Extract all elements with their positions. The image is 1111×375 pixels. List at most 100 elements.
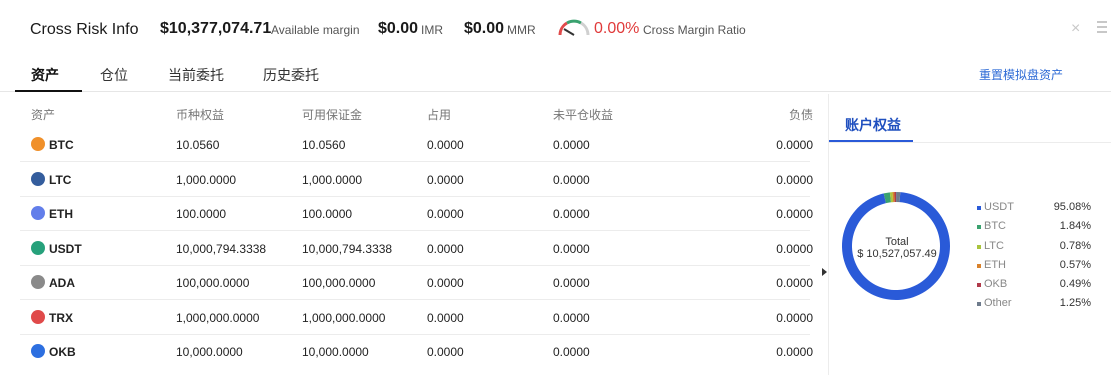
col-unrealized-pnl: 未平仓收益: [553, 108, 614, 122]
cell-unrealized: 0.0000: [553, 276, 590, 290]
table-row: BTC 10.0560 10.0560 0.0000 0.0000 0.0000: [15, 127, 825, 162]
table-row: ADA 100,000.0000 100,000.0000 0.0000 0.0000 0…: [15, 265, 825, 300]
cell-equity: 10.0560: [176, 138, 220, 152]
asset-symbol: OKB: [49, 345, 76, 359]
cell-occupied: 0.0000: [427, 310, 464, 325]
risk-info-header: Cross Risk Info $10,377,074.71 Available…: [0, 0, 1111, 58]
imr-label: IMR: [421, 23, 443, 37]
asset-symbol: BTC: [49, 138, 74, 152]
panel-divider: [828, 94, 829, 375]
table-row: TRX 1,000,000.0000 1,000,000.0000 0.0000 0.0…: [15, 300, 825, 335]
okb-icon: [31, 344, 45, 358]
cell-occupied: 0.0000: [427, 345, 464, 359]
cell-equity: 100,000.0000: [176, 276, 250, 290]
legend-swatch: [977, 244, 981, 249]
legend-label: Other: [984, 297, 1012, 310]
ada-icon: [31, 275, 45, 289]
expand-arrow-icon[interactable]: [822, 268, 827, 276]
asset-symbol: LTC: [49, 172, 72, 187]
legend-label: ETH: [984, 258, 1006, 271]
asset-symbol: TRX: [49, 310, 73, 325]
cell-available: 100,000.0000: [302, 276, 376, 290]
cell-equity: 10,000.0000: [176, 345, 243, 359]
close-icon[interactable]: ×: [1071, 20, 1080, 38]
cell-liability: 0.0000: [776, 138, 813, 152]
col-equity: 币种权益: [176, 108, 225, 122]
cell-occupied: 0.0000: [427, 207, 464, 221]
legend-percent: 0.78%: [1059, 239, 1091, 252]
cell-equity: 1,000,000.0000: [176, 310, 260, 325]
asset-symbol: ADA: [49, 276, 75, 290]
cell-unrealized: 0.0000: [553, 207, 590, 221]
legend-item-eth: ETH 0.57%: [975, 259, 1091, 278]
cross-margin-ratio-value: 0.00%: [594, 20, 640, 37]
cell-occupied: 0.0000: [427, 172, 464, 187]
trx-icon: [31, 309, 45, 324]
chart-legend: USDT 95.08% BTC 1.84% LTC 0.78% ETH 0.57% OKB 0.4…: [975, 201, 1091, 317]
cell-available: 1,000,000.0000: [302, 310, 386, 325]
available-margin-label: Available margin: [271, 23, 360, 37]
cell-occupied: 0.0000: [427, 276, 464, 290]
legend-percent: 1.25%: [1059, 297, 1091, 310]
cell-available: 10.0560: [302, 138, 346, 152]
total-label: Total: [885, 236, 909, 248]
col-liability: 负债: [789, 108, 814, 122]
legend-swatch: [977, 225, 981, 230]
cell-available: 10,000,794.3338: [302, 241, 393, 256]
col-occupied: 占用: [427, 108, 452, 122]
legend-item-other: Other 1.25%: [975, 297, 1091, 316]
cell-liability: 0.0000: [776, 310, 813, 325]
cell-unrealized: 0.0000: [553, 138, 590, 152]
tab-positions[interactable]: 仓位: [100, 65, 128, 85]
asset-symbol: ETH: [49, 207, 73, 221]
cross-margin-ratio-label: Cross Margin Ratio: [643, 23, 746, 37]
cell-available: 10,000.0000: [302, 345, 369, 359]
col-asset: 资产: [31, 108, 56, 122]
btc-icon: [31, 137, 45, 151]
legend-item-okb: OKB 0.49%: [975, 278, 1091, 297]
active-tab-indicator: [15, 90, 82, 92]
eth-icon: [31, 206, 45, 220]
cell-liability: 0.0000: [776, 207, 813, 221]
cell-occupied: 0.0000: [427, 241, 464, 256]
page-title: Cross Risk Info: [30, 21, 139, 38]
tab-account-equity[interactable]: 账户权益: [845, 115, 901, 135]
cell-available: 100.0000: [302, 207, 353, 221]
imr-value: $0.00: [378, 20, 419, 37]
legend-item-btc: BTC 1.84%: [975, 220, 1091, 239]
cell-unrealized: 0.0000: [553, 345, 590, 359]
legend-swatch: [977, 206, 981, 210]
cell-unrealized: 0.0000: [553, 310, 590, 325]
tab-open-orders[interactable]: 当前委托: [168, 65, 224, 85]
cell-liability: 0.0000: [776, 241, 813, 256]
donut-slice-okb[interactable]: [894, 192, 897, 203]
col-available-margin: 可用保证金: [302, 108, 363, 122]
cell-unrealized: 0.0000: [553, 172, 590, 187]
donut-center-label: Total $ 10,527,057.49: [855, 236, 939, 260]
tab-assets[interactable]: 资产: [31, 65, 59, 85]
cell-equity: 10,000,794.3338: [176, 241, 267, 256]
ltc-icon: [31, 171, 45, 186]
menu-icon[interactable]: [1095, 18, 1107, 34]
legend-label: OKB: [984, 278, 1008, 291]
available-margin-value: $10,377,074.71: [160, 20, 272, 37]
legend-percent: 95.08%: [1053, 201, 1091, 213]
cell-available: 1,000.0000: [302, 172, 363, 187]
cell-equity: 1,000.0000: [176, 172, 237, 187]
legend-label: LTC: [984, 239, 1004, 252]
table-row: ETH 100.0000 100.0000 0.0000 0.0000 0.0000: [15, 196, 825, 231]
legend-percent: 0.49%: [1059, 278, 1091, 291]
legend-swatch: [977, 283, 981, 288]
legend-swatch: [977, 263, 981, 268]
reset-demo-assets-link[interactable]: 重置模拟盘资产: [979, 66, 1063, 83]
cell-unrealized: 0.0000: [553, 241, 590, 256]
mmr-value: $0.00: [464, 20, 505, 37]
table-row: LTC 1,000.0000 1,000.0000 0.0000 0.0000 0.000…: [15, 162, 825, 197]
legend-item-usdt: USDT 95.08%: [975, 201, 1091, 220]
cell-liability: 0.0000: [776, 345, 813, 359]
legend-percent: 1.84%: [1059, 220, 1091, 233]
cell-liability: 0.0000: [776, 276, 813, 290]
tab-order-history[interactable]: 历史委托: [263, 65, 319, 85]
legend-label: BTC: [984, 220, 1006, 233]
legend-label: USDT: [984, 201, 1014, 213]
